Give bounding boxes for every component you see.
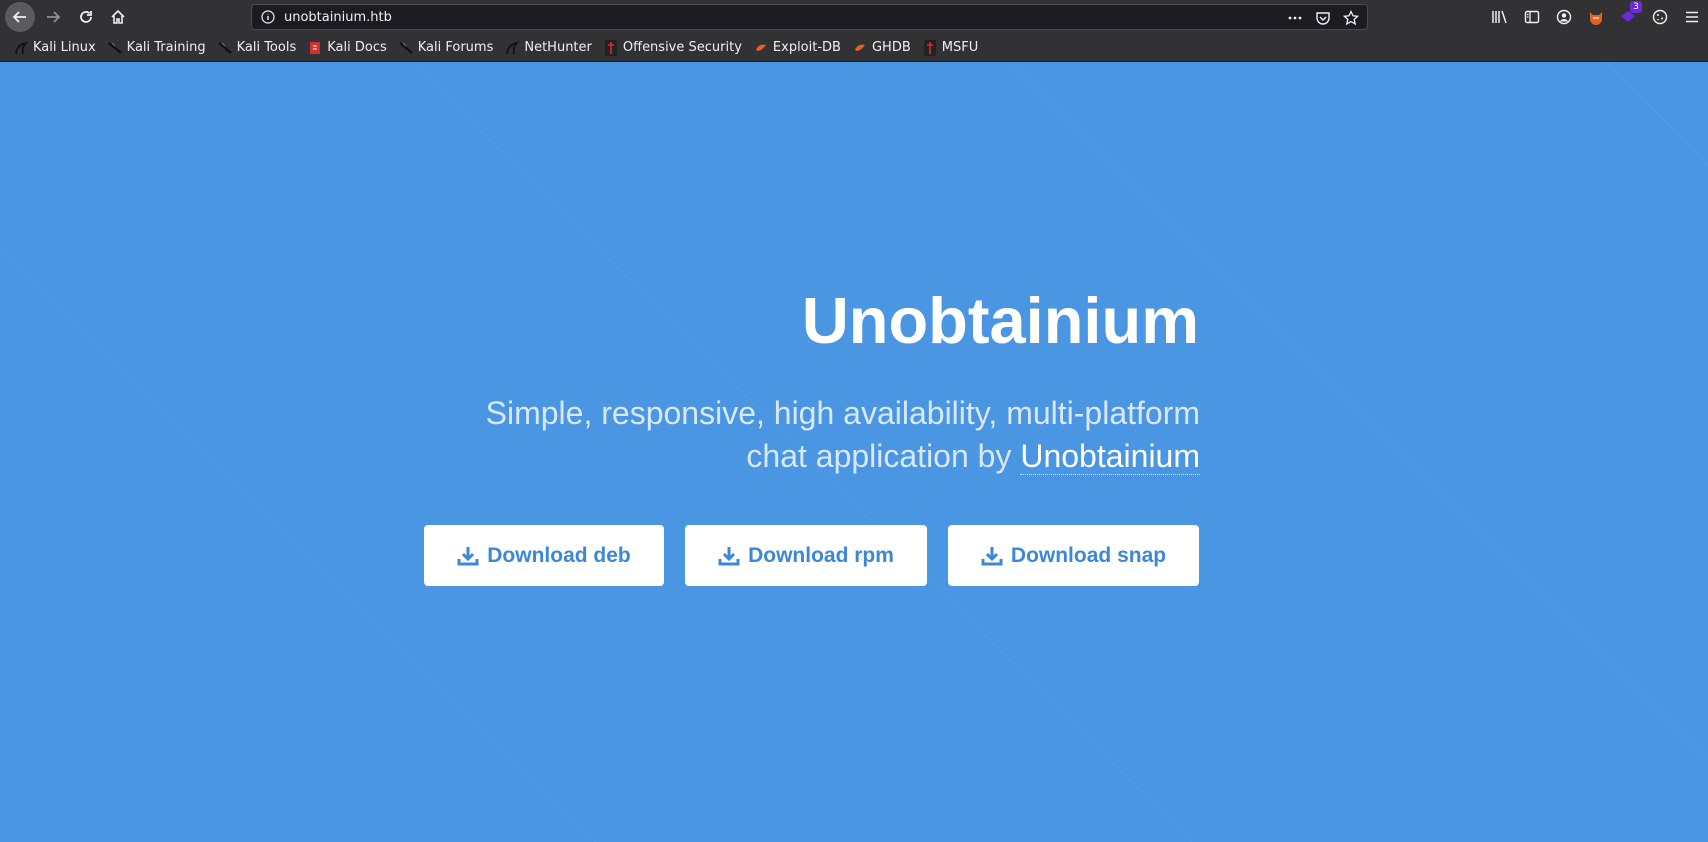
sidebar-icon[interactable] bbox=[1522, 7, 1542, 27]
hero-subtitle: Simple, responsive, high availability, m… bbox=[400, 392, 1200, 478]
account-icon[interactable] bbox=[1554, 7, 1574, 27]
bookmarks-bar: Kali Linux Kali Training Kali Tools Kali… bbox=[0, 34, 1708, 62]
kali-training-icon bbox=[107, 40, 123, 56]
bookmark-label: Exploit-DB bbox=[772, 40, 841, 55]
library-icon[interactable] bbox=[1490, 7, 1510, 27]
bookmark-ghdb[interactable]: GHDB bbox=[852, 36, 911, 60]
bookmark-label: Kali Docs bbox=[327, 40, 387, 55]
extension-count-badge: 3 bbox=[1630, 1, 1642, 13]
url-text[interactable]: unobtainium.htb bbox=[284, 10, 392, 25]
reload-button[interactable] bbox=[71, 2, 101, 32]
offsec-icon bbox=[603, 39, 619, 56]
home-icon bbox=[111, 9, 125, 24]
download-deb-button[interactable]: Download deb bbox=[424, 525, 664, 586]
kali-docs-icon bbox=[307, 40, 323, 56]
bookmark-label: GHDB bbox=[871, 40, 911, 55]
url-bar[interactable]: unobtainium.htb bbox=[251, 4, 1368, 30]
download-rpm-button[interactable]: Download rpm bbox=[685, 525, 927, 586]
bookmark-kali-training[interactable]: Kali Training bbox=[107, 36, 206, 60]
download-deb-label: Download deb bbox=[487, 543, 631, 567]
download-snap-label: Download snap bbox=[1010, 543, 1167, 567]
hero-subtitle-line2: chat application by bbox=[746, 438, 1012, 474]
extension-badge-icon[interactable]: 3 bbox=[1618, 1, 1642, 27]
bookmark-label: MSFU bbox=[941, 40, 979, 55]
foxyproxy-extension-icon[interactable] bbox=[1586, 7, 1606, 27]
bookmark-label: Offensive Security bbox=[622, 40, 742, 55]
kali-tools-icon bbox=[217, 40, 233, 56]
bookmark-label: Kali Forums bbox=[417, 40, 494, 55]
menu-icon[interactable] bbox=[1682, 7, 1702, 27]
info-icon[interactable] bbox=[260, 9, 276, 25]
bookmark-kali-tools[interactable]: Kali Tools bbox=[217, 36, 297, 60]
cookie-icon[interactable] bbox=[1650, 7, 1670, 27]
hero-subtitle-line1: Simple, responsive, high availability, m… bbox=[485, 395, 1200, 431]
browser-toolbar: unobtainium.htb 3 bbox=[0, 0, 1708, 34]
bookmark-label: Kali Linux bbox=[33, 40, 96, 55]
download-icon bbox=[457, 546, 479, 565]
unobtainium-link[interactable]: Unobtainium bbox=[1020, 438, 1200, 475]
bookmark-offensive-security[interactable]: Offensive Security bbox=[603, 36, 742, 60]
ghdb-icon bbox=[852, 40, 868, 56]
bookmark-kali-docs[interactable]: Kali Docs bbox=[307, 36, 387, 60]
nethunter-icon bbox=[504, 40, 520, 56]
forward-button[interactable] bbox=[38, 2, 68, 32]
bookmark-label: NetHunter bbox=[524, 40, 592, 55]
download-icon bbox=[981, 546, 1003, 565]
download-icon bbox=[718, 546, 740, 565]
reload-icon bbox=[80, 11, 92, 23]
pocket-icon[interactable] bbox=[1315, 10, 1331, 26]
kali-dragon-icon bbox=[13, 40, 29, 56]
bookmark-label: Kali Tools bbox=[236, 40, 297, 55]
page-content: Unobtainium Simple, responsive, high ava… bbox=[0, 63, 1708, 842]
download-rpm-label: Download rpm bbox=[748, 543, 894, 567]
kali-forums-icon bbox=[398, 40, 414, 56]
bookmark-nethunter[interactable]: NetHunter bbox=[504, 36, 592, 60]
bookmark-star-icon[interactable] bbox=[1343, 10, 1359, 26]
bookmark-kali-linux[interactable]: Kali Linux bbox=[13, 36, 96, 60]
bookmark-label: Kali Training bbox=[126, 40, 206, 55]
url-actions bbox=[1287, 8, 1359, 28]
arrow-right-icon bbox=[47, 11, 61, 23]
arrow-left-icon bbox=[12, 11, 26, 23]
bookmark-kali-forums[interactable]: Kali Forums bbox=[398, 36, 494, 60]
msfu-icon bbox=[922, 39, 938, 56]
exploit-db-icon bbox=[753, 40, 769, 56]
bookmark-exploit-db[interactable]: Exploit-DB bbox=[753, 36, 841, 60]
back-button[interactable] bbox=[5, 2, 35, 32]
more-actions-icon[interactable] bbox=[1287, 10, 1303, 26]
bookmark-msfu[interactable]: MSFU bbox=[922, 36, 978, 60]
download-snap-button[interactable]: Download snap bbox=[948, 525, 1199, 586]
home-button[interactable] bbox=[103, 2, 133, 32]
hero-title: Unobtainium bbox=[801, 284, 1199, 357]
toolbar-right: 3 bbox=[1490, 1, 1708, 27]
